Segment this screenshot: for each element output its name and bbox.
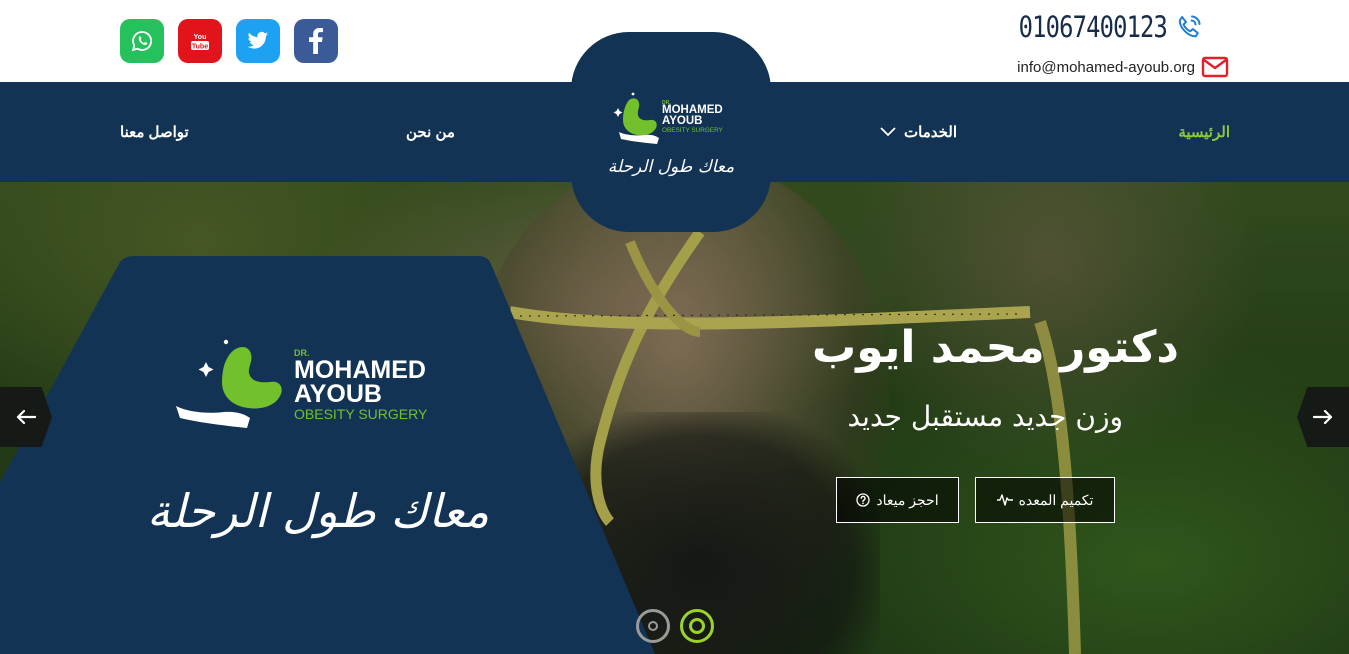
logo-line3: OBESITY SURGERY: [662, 127, 724, 134]
youtube-link[interactable]: You Tube: [178, 19, 222, 63]
twitter-link[interactable]: [236, 19, 280, 63]
hero-logo-card: DR. MOHAMED AYOUB OBESITY SURGERY معاك ط…: [0, 256, 655, 654]
phone-contact[interactable]: 01067400123: [986, 10, 1203, 44]
hero-logo-line3: OBESITY SURGERY: [294, 406, 428, 422]
phone-number[interactable]: 01067400123: [1019, 10, 1168, 44]
hero-title: دكتور محمد ايوب: [812, 322, 1179, 373]
slider-next-button[interactable]: [1297, 387, 1349, 447]
facebook-icon: [309, 28, 323, 54]
whatsapp-link[interactable]: [120, 19, 164, 63]
mail-icon: [1201, 56, 1229, 78]
arrow-left-icon: [16, 409, 36, 425]
logo-slogan: معاك طول الرحلة: [608, 157, 735, 177]
whatsapp-icon: [131, 31, 153, 52]
heartbeat-icon: [996, 494, 1013, 506]
arrow-right-icon: [1313, 409, 1333, 425]
book-appointment-button[interactable]: احجز ميعاد: [836, 477, 959, 523]
nav-services-label: الخدمات: [904, 124, 958, 141]
svg-text:Tube: Tube: [192, 43, 208, 50]
book-appointment-label: احجز ميعاد: [876, 491, 939, 508]
site-logo[interactable]: DR. MOHAMED AYOUB OBESITY SURGERY معاك ط…: [571, 32, 771, 232]
hero-slider: DR. MOHAMED AYOUB OBESITY SURGERY معاك ط…: [0, 182, 1349, 654]
question-circle-icon: [856, 493, 871, 507]
nav-contact[interactable]: تواصل معنا: [120, 123, 189, 141]
youtube-icon: You Tube: [191, 34, 209, 50]
hero-logo-slogan: معاك طول الرحلة: [147, 484, 489, 539]
nav-about[interactable]: من نحن: [406, 123, 455, 141]
stomach-icon: [613, 92, 659, 144]
chevron-down-icon: [880, 127, 896, 137]
slider-dot-1[interactable]: [636, 609, 670, 643]
hero-logo-line2: AYOUB: [294, 380, 382, 408]
facebook-link[interactable]: [294, 19, 338, 63]
slider-dot-2-active[interactable]: [680, 609, 714, 643]
slider-prev-button[interactable]: [0, 387, 52, 447]
twitter-icon: [247, 31, 269, 49]
gastric-sleeve-label: تكميم المعده: [1018, 491, 1094, 508]
gastric-sleeve-button[interactable]: تكميم المعده: [975, 477, 1115, 523]
logo-line2: AYOUB: [662, 115, 702, 127]
hero-subtitle: وزن جديد مستقبل جديد: [847, 400, 1123, 433]
nav-services[interactable]: الخدمات: [880, 123, 957, 141]
nav-home[interactable]: الرئيسية: [1178, 123, 1230, 141]
email-address[interactable]: info@mohamed-ayoub.org: [1017, 59, 1195, 76]
phone-icon: [1178, 15, 1201, 38]
svg-text:You: You: [194, 34, 207, 41]
logo-graphic: DR. MOHAMED AYOUB OBESITY SURGERY معاك ط…: [608, 92, 735, 177]
email-contact[interactable]: info@mohamed-ayoub.org: [1017, 56, 1229, 78]
